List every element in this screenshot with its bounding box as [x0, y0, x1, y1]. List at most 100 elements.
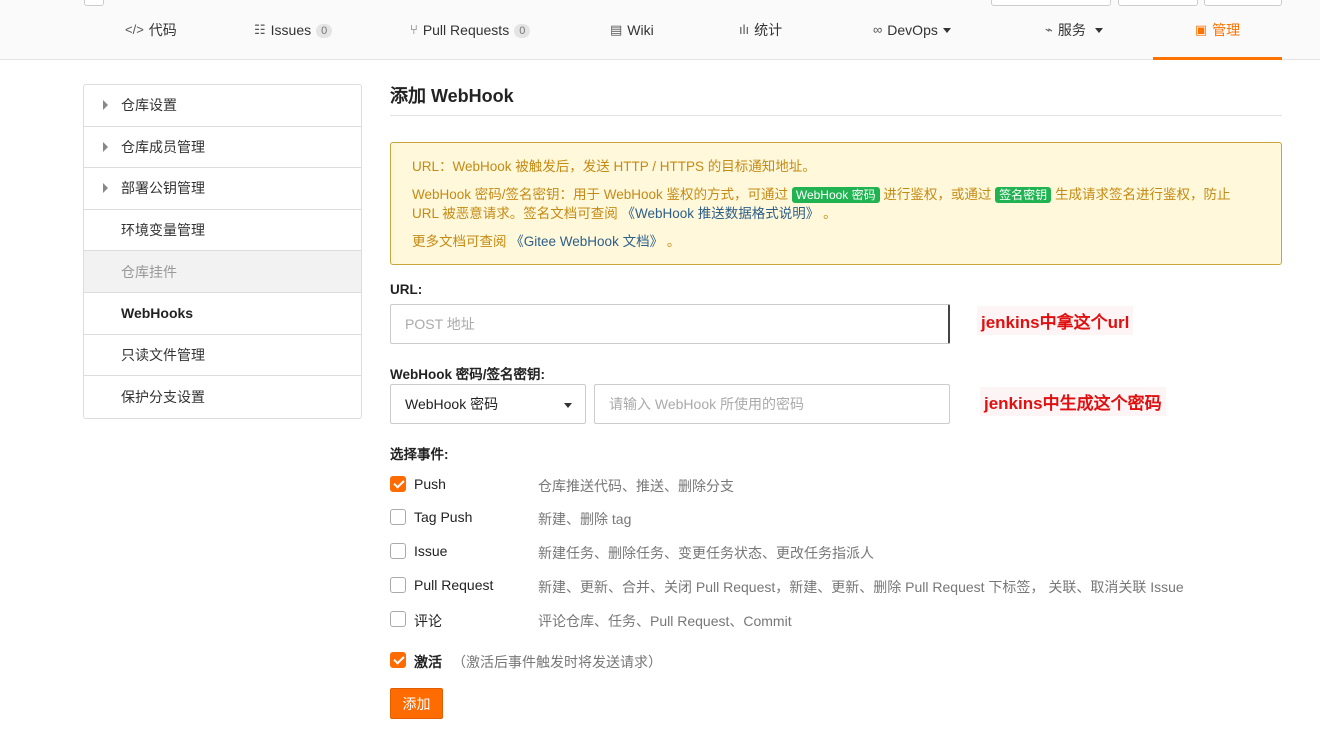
- tab-issues[interactable]: ☷ Issues 0: [254, 22, 333, 60]
- event-row-tag-push: Tag Push 新建、删除 tag: [390, 507, 1282, 529]
- webhook-password-pill: WebHook 密码: [791, 187, 880, 203]
- event-name: Push: [414, 476, 446, 492]
- sidebar-item-label: 部署公钥管理: [121, 180, 205, 197]
- webhook-format-doc-link[interactable]: 《WebHook 推送数据格式说明》: [622, 206, 820, 221]
- event-desc: 新建、删除 tag: [538, 511, 632, 527]
- notice-more-docs: 更多文档可查阅 《Gitee WebHook 文档》 。: [412, 232, 1260, 251]
- sidebar-item-members[interactable]: 仓库成员管理: [84, 127, 361, 169]
- webhook-form: 添加 WebHook URL：WebHook 被触发后，发送 HTTP / HT…: [390, 84, 1282, 719]
- fork-button[interactable]: [1204, 0, 1282, 6]
- tab-label: Pull Requests: [422, 22, 510, 38]
- sidebar-item-protected-branches[interactable]: 保护分支设置: [84, 376, 361, 418]
- notice-secret-text: WebHook 密码/签名密钥：用于 WebHook 鉴权的方式，可通过 Web…: [412, 185, 1260, 223]
- tab-devops[interactable]: ∞ DevOps: [873, 22, 951, 60]
- pulse-icon: ⌁: [1045, 22, 1053, 37]
- sidebar-item-label: 仓库挂件: [121, 263, 177, 280]
- code-icon: </>: [125, 22, 144, 37]
- sidebar-item-label: 环境变量管理: [121, 222, 205, 239]
- sidebar-item-widgets[interactable]: 仓库挂件: [84, 251, 361, 293]
- chevron-down-icon: [942, 28, 951, 33]
- sidebar-item-label: 保护分支设置: [121, 388, 205, 405]
- chevron-down-icon: [564, 403, 572, 408]
- sidebar-item-deploy-keys[interactable]: 部署公钥管理: [84, 168, 361, 210]
- infinity-icon: ∞: [873, 22, 883, 37]
- signature-key-pill: 签名密钥: [995, 187, 1052, 203]
- event-name: 评论: [414, 613, 442, 629]
- event-name: Tag Push: [414, 509, 473, 525]
- event-row-pull-request: Pull Request 新建、更新、合并、关闭 Pull Request，新建…: [390, 575, 1282, 597]
- tab-manage[interactable]: ▣ 管理: [1153, 22, 1282, 60]
- event-row-comment: 评论 评论仓库、任务、Pull Request、Commit: [390, 609, 1282, 631]
- caret-right-icon: [103, 100, 108, 110]
- notice-text: WebHook 密码/签名密钥：用于 WebHook 鉴权的方式，可通过: [412, 187, 789, 202]
- tab-label: DevOps: [887, 22, 938, 38]
- sidebar-item-label: 仓库成员管理: [121, 138, 205, 155]
- event-desc: 评论仓库、任务、Pull Request、Commit: [538, 613, 792, 629]
- pull-request-icon: ⑂: [410, 22, 418, 37]
- tab-label: Wiki: [627, 22, 654, 38]
- event-desc: 仓库推送代码、推送、删除分支: [538, 478, 734, 494]
- activate-row: 激活 （激活后事件触发时将发送请求）: [390, 650, 1282, 672]
- sidebar-item-env-vars[interactable]: 环境变量管理: [84, 210, 361, 252]
- tab-wiki[interactable]: ▤ Wiki: [610, 22, 654, 60]
- manage-icon: ▣: [1194, 22, 1208, 37]
- sidebar-item-label: 只读文件管理: [121, 346, 205, 363]
- add-button[interactable]: 添加: [390, 688, 443, 719]
- comment-checkbox[interactable]: [390, 611, 406, 627]
- repo-icon: [84, 0, 104, 6]
- pull-request-checkbox[interactable]: [390, 577, 406, 593]
- sidebar-item-readonly-files[interactable]: 只读文件管理: [84, 335, 361, 377]
- secret-type-select[interactable]: WebHook 密码: [390, 384, 586, 424]
- url-annotation: jenkins中拿这个url: [977, 306, 1134, 335]
- tab-label: 统计: [754, 22, 783, 38]
- tag-push-checkbox[interactable]: [390, 509, 406, 525]
- events-label: 选择事件:: [390, 447, 449, 462]
- activate-checkbox[interactable]: [390, 652, 406, 668]
- tab-code[interactable]: </> 代码: [125, 22, 177, 60]
- event-desc: 新建任务、删除任务、变更任务状态、更改任务指派人: [538, 545, 874, 561]
- tab-label: 服务: [1057, 22, 1086, 38]
- notice-text: 。: [823, 206, 837, 221]
- event-name: Pull Request: [414, 577, 494, 593]
- chevron-down-icon: [1094, 28, 1103, 33]
- gitee-webhook-doc-link[interactable]: 《Gitee WebHook 文档》: [510, 234, 663, 249]
- activate-hint: （激活后事件触发时将发送请求）: [452, 654, 662, 670]
- url-label: URL:: [390, 282, 423, 297]
- event-row-issue: Issue 新建任务、删除任务、变更任务状态、更改任务指派人: [390, 541, 1282, 563]
- tab-label: 管理: [1212, 22, 1241, 38]
- page-title: 添加 WebHook: [390, 86, 514, 106]
- tab-stats[interactable]: ılı 统计: [739, 22, 782, 60]
- issues-icon: ☷: [254, 22, 266, 37]
- tab-services[interactable]: ⌁ 服务: [1045, 22, 1103, 60]
- notice-text: 。: [666, 234, 681, 249]
- event-row-push: Push 仓库推送代码、推送、删除分支: [390, 474, 1282, 496]
- tab-label: Issues: [270, 22, 312, 38]
- caret-right-icon: [103, 141, 108, 152]
- issue-checkbox[interactable]: [390, 543, 406, 559]
- tab-label: 代码: [148, 22, 177, 38]
- secret-label: WebHook 密码/签名密钥:: [390, 367, 545, 382]
- secret-annotation: jenkins中生成这个密码: [980, 387, 1166, 416]
- sidebar-item-label: 仓库设置: [121, 97, 177, 114]
- event-name: Issue: [414, 543, 448, 559]
- secret-type-value: WebHook 密码: [405, 396, 499, 412]
- title-divider: [390, 115, 1282, 116]
- sidebar-item-webhooks[interactable]: WebHooks: [84, 293, 361, 335]
- activate-label: 激活: [414, 654, 442, 670]
- caret-right-icon: [103, 183, 108, 194]
- push-checkbox[interactable]: [390, 476, 406, 492]
- sidebar-item-label: WebHooks: [121, 305, 194, 322]
- info-notice: URL：WebHook 被触发后，发送 HTTP / HTTPS 的目标通知地址…: [390, 142, 1282, 265]
- sidebar-item-repo-settings[interactable]: 仓库设置: [84, 85, 361, 127]
- stats-icon: ılı: [739, 22, 750, 37]
- notice-text: 进行鉴权，或通过: [883, 187, 992, 202]
- watch-button[interactable]: [991, 0, 1111, 6]
- secret-input[interactable]: 请输入 WebHook 所使用的密码: [594, 384, 950, 424]
- pr-count-badge: 0: [514, 24, 531, 38]
- tab-pull-requests[interactable]: ⑂ Pull Requests 0: [410, 22, 531, 60]
- wiki-icon: ▤: [610, 22, 623, 37]
- star-button[interactable]: [1118, 0, 1198, 6]
- url-input[interactable]: POST 地址: [390, 304, 950, 344]
- notice-text: 更多文档可查阅: [412, 234, 507, 249]
- repo-nav-bar: </> 代码 ☷ Issues 0 ⑂ Pull Requests 0 ▤ Wi…: [0, 0, 1320, 60]
